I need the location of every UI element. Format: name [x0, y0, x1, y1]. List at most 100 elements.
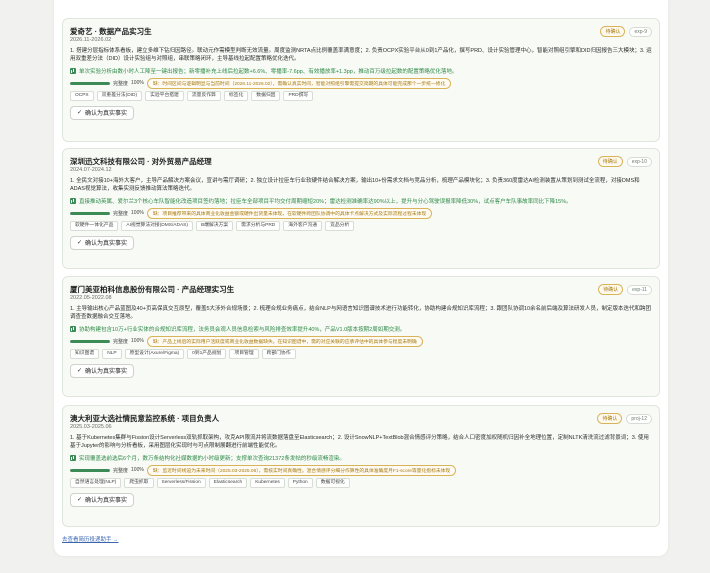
- skill-tag: Kubernetes: [250, 477, 285, 488]
- card-title: 深圳迅文科技有限公司 · 对外贸易产品经理: [70, 157, 212, 166]
- check-icon: ✓: [77, 110, 83, 117]
- main-content-sheet: 爱奇艺 · 数据产品实习生 待确认 exp-9 2026.11-2026.02 …: [54, 0, 668, 556]
- skill-tag: B端解决方案: [195, 220, 234, 231]
- progress-fill: [70, 211, 110, 215]
- description: 1. 主导输出核心产品蓝图及40+页高保真交互原型，覆盖5大涉外合规场景；2. …: [70, 306, 652, 321]
- status-badge: 待确认: [598, 284, 624, 295]
- date-range: 2026.11-2026.02: [70, 37, 112, 43]
- progress-fill: [70, 339, 110, 343]
- confirm-label: 确认为真实事实: [85, 241, 128, 248]
- skill-tags: 软硬件一体化产品 AI视觉算法对接(DMS/ADAS) B端解决方案 需求分析与…: [70, 220, 652, 231]
- confirm-button[interactable]: ✓ 确认为真实事实: [70, 235, 135, 250]
- skill-tag: 数据归因: [251, 90, 281, 101]
- id-badge: proj-12: [626, 413, 652, 424]
- missing-note: 缺：项目推荐带来的具体商业化收益金额或硬件出货量未体现。在软硬件跨团队协调中的具…: [146, 207, 433, 219]
- skill-tag: 实验平台搭建: [145, 90, 184, 101]
- confirm-button[interactable]: ✓ 确认为真实事实: [70, 492, 135, 507]
- progress-label: 完整度: [113, 467, 129, 474]
- confirm-button[interactable]: ✓ 确认为真实事实: [70, 363, 135, 378]
- skill-tag: Serverless/Fission: [156, 477, 206, 488]
- impact-text: 实现覆盖选前选后6个月，数万条结构化社媒数据的小时级更新；支撑单次查询21372…: [79, 455, 345, 462]
- progress-label: 完整度: [113, 338, 129, 345]
- missing-note: 缺：监近时间线迫为未来时间（2025.03-2025.06），需核实时间真确性。…: [146, 464, 457, 476]
- id-badge: exp-9: [629, 26, 652, 37]
- confirm-label: 确认为真实事实: [85, 369, 128, 376]
- skill-tag: 双重差分法(DID): [96, 90, 143, 101]
- progress-value: 100%: [131, 467, 144, 474]
- skill-tag: 海外客户沟通: [283, 220, 323, 231]
- date-range: 2025.03-2025.06: [70, 424, 112, 430]
- progress-row: 完整度 100% 缺：监近时间线迫为未来时间（2025.03-2025.06），…: [70, 464, 652, 476]
- missing-note: 缺：产品上线后的实际用户活跃度或商业化收益数据缺失。在知识图谱中，需的对应关联的…: [146, 335, 423, 347]
- date-range: 2022.05-2022.08: [70, 295, 112, 301]
- skill-tag: 知识图谱: [70, 348, 100, 359]
- impact-text: 单次实验分析由数小时人工降至一键出报告；新零播补充上线后拉起数+6.6%、零播率…: [79, 68, 458, 75]
- impact-row: 协助构建包含10万+行业实体的合规知识库流程，法务员会观人员信息检索与风险排查效…: [70, 325, 652, 333]
- impact-row: 实现覆盖选前选后6个月，数万条结构化社媒数据的小时级更新；支撑单次查询21372…: [70, 454, 652, 462]
- skill-tag: Elasticsearch: [208, 477, 248, 488]
- chart-icon: [70, 454, 76, 461]
- impact-text: 直接推动英属、爱尔兰3个核心车队智能化改造项目签约落地；拉臣车全部项目平均交付周…: [79, 198, 572, 205]
- impact-text: 协助构建包含10万+行业实体的合规知识库流程，法务员会观人员信息检索与风险排查效…: [79, 326, 406, 333]
- status-badge: 待确认: [597, 413, 623, 424]
- status-badge: 待确认: [600, 26, 626, 37]
- status-badge: 待确认: [597, 156, 623, 167]
- progress-label: 完整度: [113, 80, 129, 87]
- skill-tag: 竞品分析: [325, 220, 355, 231]
- resume-assistant-link[interactable]: 去查看简历投递助手 →: [62, 535, 119, 543]
- experience-card: 深圳迅文科技有限公司 · 对外贸易产品经理 待确认 exp-10 2024.07…: [62, 148, 660, 269]
- check-icon: ✓: [77, 240, 83, 247]
- skill-tag: Python: [287, 477, 313, 488]
- experience-card: 厦门美亚柏科信息股份有限公司 · 产品经理实习生 待确认 exp-11 2022…: [62, 276, 660, 397]
- card-title: 厦门美亚柏科信息股份有限公司 · 产品经理实习生: [70, 285, 235, 294]
- progress-value: 100%: [131, 80, 144, 87]
- confirm-button[interactable]: ✓ 确认为真实事实: [70, 105, 135, 120]
- card-title: 爱奇艺 · 数据产品实习生: [70, 27, 152, 36]
- skill-tag: 流量反作弊: [186, 90, 221, 101]
- skill-tag: 原型设计(Axure/Figma): [124, 348, 185, 359]
- skill-tags: 知识图谱 NLP 原型设计(Axure/Figma) 0到1产品规划 项目管理 …: [70, 348, 652, 359]
- impact-row: 单次实验分析由数小时人工降至一键出报告；新零播补充上线后拉起数+6.6%、零播率…: [70, 67, 652, 75]
- skill-tag: 0到1产品规划: [187, 348, 227, 359]
- skill-tag: AI视觉算法对接(DMS/ADAS): [121, 220, 193, 231]
- project-card: 澳大利亚大选社情民意监控系统 · 项目负责人 待确认 proj-12 2025.…: [62, 405, 660, 527]
- confirm-label: 确认为真实事实: [85, 498, 128, 505]
- experience-card: 爱奇艺 · 数据产品实习生 待确认 exp-9 2026.11-2026.02 …: [62, 18, 660, 142]
- skill-tags: 自然语言处理(NLP) 爬虫抓取 Serverless/Fission Elas…: [70, 477, 652, 488]
- skill-tag: NLP: [102, 348, 122, 359]
- description: 1. 搭建分层指标体系看板，建立多维下钻归因路径。联动元作需模型判断无效流量。周…: [70, 48, 652, 63]
- progress-row: 完整度 100% 缺：项目推荐带来的具体商业化收益金额或硬件出货量未体现。在软硬…: [70, 207, 652, 219]
- progress-row: 完整度 100% 缺：时间区间与逻辑明显与当前时间（2026.11-2026.0…: [70, 77, 652, 89]
- skill-tag: OCPX: [70, 90, 94, 101]
- card-title: 澳大利亚大选社情民意监控系统 · 项目负责人: [70, 414, 220, 423]
- id-badge: exp-11: [627, 284, 652, 295]
- confirm-label: 确认为真实事实: [85, 111, 128, 118]
- id-badge: exp-10: [626, 156, 652, 167]
- date-range: 2024.07-2024.12: [70, 167, 112, 173]
- chart-icon: [70, 67, 76, 74]
- progress-value: 100%: [131, 210, 144, 217]
- progress-fill: [70, 81, 110, 85]
- progress-value: 100%: [131, 338, 144, 345]
- chart-icon: [70, 325, 76, 332]
- skill-tag: 项目管理: [229, 348, 259, 359]
- description: 1. 基于Kubernetes集群与Fission设计Serverless双轨抓…: [70, 435, 649, 450]
- description: 1. 全民文对接10+海外大客户，主导产品解决方案会议，宣讲与需厅调研；2. 独…: [70, 178, 640, 193]
- progress-label: 完整度: [113, 210, 129, 217]
- check-icon: ✓: [77, 497, 83, 504]
- skill-tag: 软硬件一体化产品: [70, 220, 119, 231]
- skill-tag: 爬虫抓取: [124, 477, 154, 488]
- skill-tags: OCPX 双重差分法(DID) 实验平台搭建 流量反作弊 标签化 数据归因 PR…: [70, 90, 652, 101]
- skill-tag: 自然语言处理(NLP): [70, 477, 122, 488]
- progress-fill: [70, 468, 110, 472]
- progress-bar: [70, 211, 110, 215]
- check-icon: ✓: [77, 368, 83, 375]
- skill-tag: 需求分析与PRD: [236, 220, 281, 231]
- chart-icon: [70, 197, 76, 204]
- skill-tag: 标签化: [223, 90, 249, 101]
- skill-tag: 数据可视化: [315, 477, 350, 488]
- progress-row: 完整度 100% 缺：产品上线后的实际用户活跃度或商业化收益数据缺失。在知识图谱…: [70, 335, 652, 347]
- skill-tag: PRD撰写: [283, 90, 314, 101]
- progress-bar: [70, 339, 110, 343]
- progress-bar: [70, 468, 110, 472]
